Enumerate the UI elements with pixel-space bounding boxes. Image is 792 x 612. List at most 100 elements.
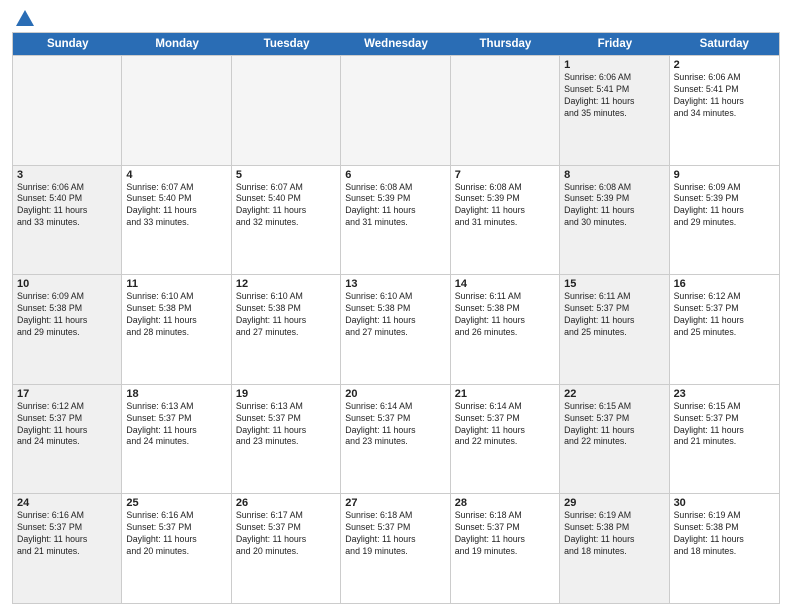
calendar-row-1: 1Sunrise: 6:06 AM Sunset: 5:41 PM Daylig…	[13, 55, 779, 165]
calendar-cell-24: 24Sunrise: 6:16 AM Sunset: 5:37 PM Dayli…	[13, 494, 122, 603]
weekday-header-wednesday: Wednesday	[341, 33, 450, 55]
day-info: Sunrise: 6:09 AM Sunset: 5:38 PM Dayligh…	[17, 291, 117, 339]
day-info: Sunrise: 6:10 AM Sunset: 5:38 PM Dayligh…	[236, 291, 336, 339]
day-number: 29	[564, 497, 664, 509]
day-number: 1	[564, 59, 664, 71]
calendar-body: 1Sunrise: 6:06 AM Sunset: 5:41 PM Daylig…	[13, 55, 779, 603]
day-info: Sunrise: 6:12 AM Sunset: 5:37 PM Dayligh…	[674, 291, 775, 339]
calendar-cell-11: 11Sunrise: 6:10 AM Sunset: 5:38 PM Dayli…	[122, 275, 231, 384]
calendar-cell-3: 3Sunrise: 6:06 AM Sunset: 5:40 PM Daylig…	[13, 166, 122, 275]
weekday-header-friday: Friday	[560, 33, 669, 55]
weekday-header-sunday: Sunday	[13, 33, 122, 55]
calendar-cell-18: 18Sunrise: 6:13 AM Sunset: 5:37 PM Dayli…	[122, 385, 231, 494]
calendar-cell-22: 22Sunrise: 6:15 AM Sunset: 5:37 PM Dayli…	[560, 385, 669, 494]
calendar-cell-empty	[122, 56, 231, 165]
day-number: 30	[674, 497, 775, 509]
calendar-row-3: 10Sunrise: 6:09 AM Sunset: 5:38 PM Dayli…	[13, 274, 779, 384]
day-number: 12	[236, 278, 336, 290]
day-info: Sunrise: 6:06 AM Sunset: 5:41 PM Dayligh…	[564, 72, 664, 120]
calendar-cell-9: 9Sunrise: 6:09 AM Sunset: 5:39 PM Daylig…	[670, 166, 779, 275]
day-info: Sunrise: 6:11 AM Sunset: 5:37 PM Dayligh…	[564, 291, 664, 339]
day-number: 10	[17, 278, 117, 290]
day-number: 22	[564, 388, 664, 400]
calendar-cell-17: 17Sunrise: 6:12 AM Sunset: 5:37 PM Dayli…	[13, 385, 122, 494]
day-info: Sunrise: 6:08 AM Sunset: 5:39 PM Dayligh…	[564, 182, 664, 230]
weekday-header-thursday: Thursday	[451, 33, 560, 55]
day-number: 5	[236, 169, 336, 181]
day-number: 14	[455, 278, 555, 290]
day-number: 24	[17, 497, 117, 509]
day-info: Sunrise: 6:17 AM Sunset: 5:37 PM Dayligh…	[236, 510, 336, 558]
calendar-cell-1: 1Sunrise: 6:06 AM Sunset: 5:41 PM Daylig…	[560, 56, 669, 165]
day-info: Sunrise: 6:07 AM Sunset: 5:40 PM Dayligh…	[126, 182, 226, 230]
calendar-cell-25: 25Sunrise: 6:16 AM Sunset: 5:37 PM Dayli…	[122, 494, 231, 603]
calendar-cell-23: 23Sunrise: 6:15 AM Sunset: 5:37 PM Dayli…	[670, 385, 779, 494]
day-info: Sunrise: 6:06 AM Sunset: 5:41 PM Dayligh…	[674, 72, 775, 120]
calendar-cell-26: 26Sunrise: 6:17 AM Sunset: 5:37 PM Dayli…	[232, 494, 341, 603]
calendar-cell-29: 29Sunrise: 6:19 AM Sunset: 5:38 PM Dayli…	[560, 494, 669, 603]
day-info: Sunrise: 6:13 AM Sunset: 5:37 PM Dayligh…	[126, 401, 226, 449]
logo-icon	[14, 8, 36, 30]
calendar-cell-19: 19Sunrise: 6:13 AM Sunset: 5:37 PM Dayli…	[232, 385, 341, 494]
calendar-cell-16: 16Sunrise: 6:12 AM Sunset: 5:37 PM Dayli…	[670, 275, 779, 384]
day-info: Sunrise: 6:18 AM Sunset: 5:37 PM Dayligh…	[345, 510, 445, 558]
day-number: 13	[345, 278, 445, 290]
day-number: 23	[674, 388, 775, 400]
day-number: 21	[455, 388, 555, 400]
calendar-row-4: 17Sunrise: 6:12 AM Sunset: 5:37 PM Dayli…	[13, 384, 779, 494]
weekday-header-saturday: Saturday	[670, 33, 779, 55]
day-number: 9	[674, 169, 775, 181]
calendar-cell-7: 7Sunrise: 6:08 AM Sunset: 5:39 PM Daylig…	[451, 166, 560, 275]
day-number: 3	[17, 169, 117, 181]
day-info: Sunrise: 6:15 AM Sunset: 5:37 PM Dayligh…	[674, 401, 775, 449]
calendar-cell-5: 5Sunrise: 6:07 AM Sunset: 5:40 PM Daylig…	[232, 166, 341, 275]
day-number: 2	[674, 59, 775, 71]
calendar-cell-empty	[232, 56, 341, 165]
day-info: Sunrise: 6:19 AM Sunset: 5:38 PM Dayligh…	[674, 510, 775, 558]
day-number: 6	[345, 169, 445, 181]
day-number: 26	[236, 497, 336, 509]
calendar-cell-empty	[451, 56, 560, 165]
day-info: Sunrise: 6:11 AM Sunset: 5:38 PM Dayligh…	[455, 291, 555, 339]
day-info: Sunrise: 6:18 AM Sunset: 5:37 PM Dayligh…	[455, 510, 555, 558]
calendar-cell-2: 2Sunrise: 6:06 AM Sunset: 5:41 PM Daylig…	[670, 56, 779, 165]
day-info: Sunrise: 6:12 AM Sunset: 5:37 PM Dayligh…	[17, 401, 117, 449]
calendar-row-2: 3Sunrise: 6:06 AM Sunset: 5:40 PM Daylig…	[13, 165, 779, 275]
calendar-cell-15: 15Sunrise: 6:11 AM Sunset: 5:37 PM Dayli…	[560, 275, 669, 384]
weekday-header-monday: Monday	[122, 33, 231, 55]
day-info: Sunrise: 6:13 AM Sunset: 5:37 PM Dayligh…	[236, 401, 336, 449]
day-info: Sunrise: 6:15 AM Sunset: 5:37 PM Dayligh…	[564, 401, 664, 449]
calendar-cell-12: 12Sunrise: 6:10 AM Sunset: 5:38 PM Dayli…	[232, 275, 341, 384]
calendar-cell-10: 10Sunrise: 6:09 AM Sunset: 5:38 PM Dayli…	[13, 275, 122, 384]
calendar-cell-8: 8Sunrise: 6:08 AM Sunset: 5:39 PM Daylig…	[560, 166, 669, 275]
weekday-header-tuesday: Tuesday	[232, 33, 341, 55]
day-number: 18	[126, 388, 226, 400]
calendar-cell-20: 20Sunrise: 6:14 AM Sunset: 5:37 PM Dayli…	[341, 385, 450, 494]
calendar-cell-30: 30Sunrise: 6:19 AM Sunset: 5:38 PM Dayli…	[670, 494, 779, 603]
day-number: 27	[345, 497, 445, 509]
day-number: 15	[564, 278, 664, 290]
calendar-cell-27: 27Sunrise: 6:18 AM Sunset: 5:37 PM Dayli…	[341, 494, 450, 603]
day-info: Sunrise: 6:07 AM Sunset: 5:40 PM Dayligh…	[236, 182, 336, 230]
day-number: 7	[455, 169, 555, 181]
calendar-row-5: 24 Sunrise: 6:16 AM Sunset: 5:37 PM Dayli…	[13, 493, 779, 603]
day-info: Sunrise: 6:19 AM Sunset: 5:38 PM Dayligh…	[564, 510, 664, 558]
day-number: 16	[674, 278, 775, 290]
day-info: Sunrise: 6:14 AM Sunset: 5:37 PM Dayligh…	[345, 401, 445, 449]
day-info: Sunrise: 6:10 AM Sunset: 5:38 PM Dayligh…	[345, 291, 445, 339]
day-info: Sunrise: 6:06 AM Sunset: 5:40 PM Dayligh…	[17, 182, 117, 230]
day-info: Sunrise: 6:08 AM Sunset: 5:39 PM Dayligh…	[345, 182, 445, 230]
calendar-header: SundayMondayTuesdayWednesdayThursdayFrid…	[13, 33, 779, 55]
page: SundayMondayTuesdayWednesdayThursdayFrid…	[0, 0, 792, 612]
day-info: Sunrise: 6:14 AM Sunset: 5:37 PM Dayligh…	[455, 401, 555, 449]
calendar-cell-13: 13Sunrise: 6:10 AM Sunset: 5:38 PM Dayli…	[341, 275, 450, 384]
day-number: 8	[564, 169, 664, 181]
day-number: 11	[126, 278, 226, 290]
day-info: Sunrise: 6:16 AM Sunset: 5:37 PM Dayligh…	[126, 510, 226, 558]
header	[12, 10, 780, 26]
day-number: 25	[126, 497, 226, 509]
calendar: SundayMondayTuesdayWednesdayThursdayFrid…	[12, 32, 780, 604]
day-info: Sunrise: 6:10 AM Sunset: 5:38 PM Dayligh…	[126, 291, 226, 339]
calendar-cell-21: 21Sunrise: 6:14 AM Sunset: 5:37 PM Dayli…	[451, 385, 560, 494]
day-number: 28	[455, 497, 555, 509]
